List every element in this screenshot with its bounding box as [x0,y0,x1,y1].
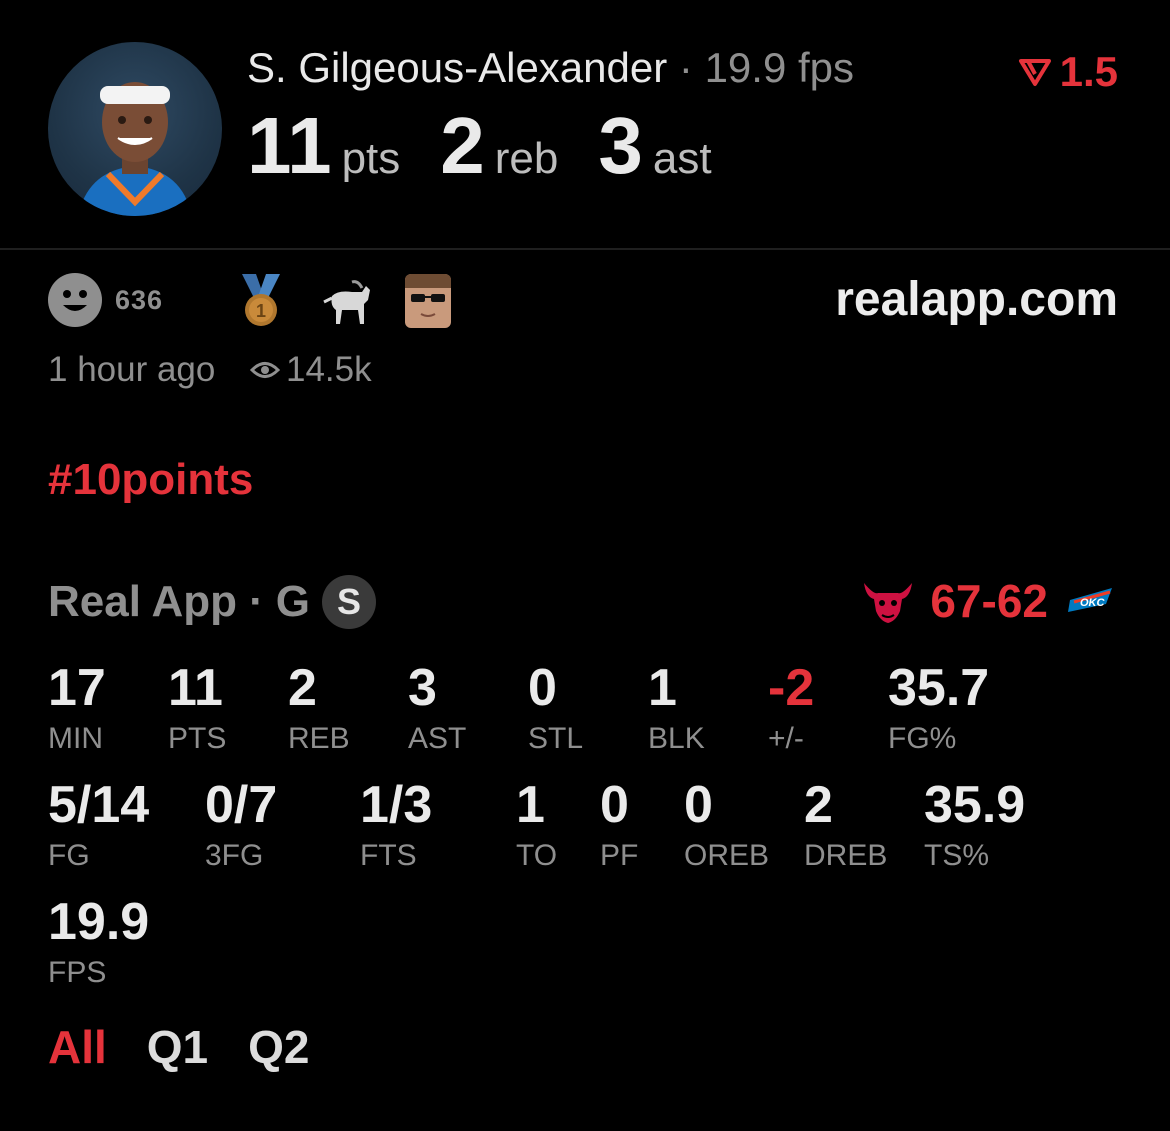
score-dash: - [981,575,997,627]
tab-all[interactable]: All [48,1020,107,1074]
player-name[interactable]: S. Gilgeous-Alexander [247,44,667,91]
stat-value: -2 [768,659,815,717]
stat-label: FG [48,839,90,872]
stat-value: 17 [48,659,106,717]
stat-fts: 1/3 FTS [360,779,432,871]
svg-text:1: 1 [256,301,266,321]
stat-label: TS% [924,839,990,872]
reaction-count: 636 [115,285,164,315]
stat-fg-pct: 35.7 FG% [888,662,989,754]
stat-label: STL [528,722,584,755]
stat-value: 1 [648,659,677,717]
stat-to: 1 TO [516,779,557,871]
period-tabs: All Q1 Q2 [48,1020,310,1074]
stat-value: 11 [168,659,223,717]
stat-value: 35.7 [888,659,990,717]
away-score: 62 [996,575,1048,627]
stat-label: OREB [684,839,770,872]
svg-text:OKC: OKC [1080,597,1106,609]
stat-fps: 19.9 FPS [48,896,149,988]
fps-delta: 1.5 [1018,48,1118,96]
stat-value: 35.9 [924,776,1026,834]
stat-plus-minus: -2 +/- [768,662,814,754]
stat-fg: 5/14 FG [48,779,149,871]
headline-pts-unit: pts [341,134,401,183]
stat-value: 5/14 [48,776,150,834]
stat-3fg: 0/7 3FG [205,779,277,871]
stat-value: 0 [684,776,713,834]
stat-min: 17 MIN [48,662,106,754]
stat-label: MIN [48,722,103,755]
stat-blk: 1 BLK [648,662,705,754]
headline-stats: 11 pts 2 reb 3 ast [247,100,752,192]
game-info: Real App · G S [48,575,376,629]
player-photo-icon [78,82,192,216]
view-count: 14.5k [250,350,372,390]
player-position: G [275,577,310,626]
stat-value: 3 [408,659,437,717]
okc-logo-icon: OKC [1066,582,1118,621]
stat-label: DREB [804,839,888,872]
title-separator: · [678,44,693,91]
tab-q1[interactable]: Q1 [147,1020,208,1074]
stat-label: FPS [48,956,107,989]
stat-stl: 0 STL [528,662,583,754]
stat-label: 3FG [205,839,264,872]
reaction-smiley-icon[interactable] [48,273,102,327]
header-divider [0,248,1170,250]
headline-reb-unit: reb [494,134,559,183]
site-link[interactable]: realapp.com [835,272,1118,327]
stat-value: 0/7 [205,776,278,834]
league-name[interactable]: Real App [48,577,237,627]
stat-dreb: 2 DREB [804,779,887,871]
status-badge[interactable]: S [321,575,376,629]
player-title-line: S. Gilgeous-Alexander · 19.9 fps [247,44,854,92]
stat-label: FTS [360,839,417,872]
game-separator: · [249,577,264,626]
stat-value: 0 [600,776,629,834]
stat-label: BLK [648,722,705,755]
medal-icon[interactable]: 1 [236,272,286,333]
hashtag-link[interactable]: #10points [48,455,253,505]
stat-value: 19.9 [48,893,150,951]
game-score[interactable]: 67 - 62 [860,574,1048,628]
stat-pts: 11 PTS [168,662,226,754]
stat-label: REB [288,722,350,755]
goat-icon[interactable] [318,276,374,333]
player-fps: 19.9 fps [704,44,855,91]
headline-ast-unit: ast [652,134,712,183]
tab-q2[interactable]: Q2 [248,1020,309,1074]
stat-label: FG% [888,722,957,755]
headline-pts-value: 11 [247,101,332,190]
post-time: 1 hour ago [48,350,216,389]
headline-reb-value: 2 [440,101,485,190]
stat-ts-pct: 35.9 TS% [924,779,1025,871]
stat-value: 2 [804,776,833,834]
player-avatar[interactable] [48,42,222,216]
bulls-logo-icon [864,583,913,623]
home-score: 67 [930,575,982,627]
stat-reb: 2 REB [288,662,350,754]
stat-value: 2 [288,659,317,717]
view-count-value: 14.5k [286,350,372,389]
stat-label: PF [600,839,639,872]
trend-down-icon [1018,59,1051,86]
stat-ast: 3 AST [408,662,466,754]
stat-value: 1 [516,776,545,834]
stat-oreb: 0 OREB [684,779,769,871]
stat-pf: 0 PF [600,779,638,871]
stat-label: +/- [768,722,804,755]
stat-value: 1/3 [360,776,433,834]
sunglasses-face-icon[interactable] [405,274,451,328]
stat-value: 0 [528,659,557,717]
stat-label: PTS [168,722,227,755]
fps-delta-value: 1.5 [1059,48,1118,95]
headline-ast-value: 3 [598,101,643,190]
stat-label: AST [408,722,467,755]
stat-label: TO [516,839,558,872]
eye-icon [250,362,280,378]
